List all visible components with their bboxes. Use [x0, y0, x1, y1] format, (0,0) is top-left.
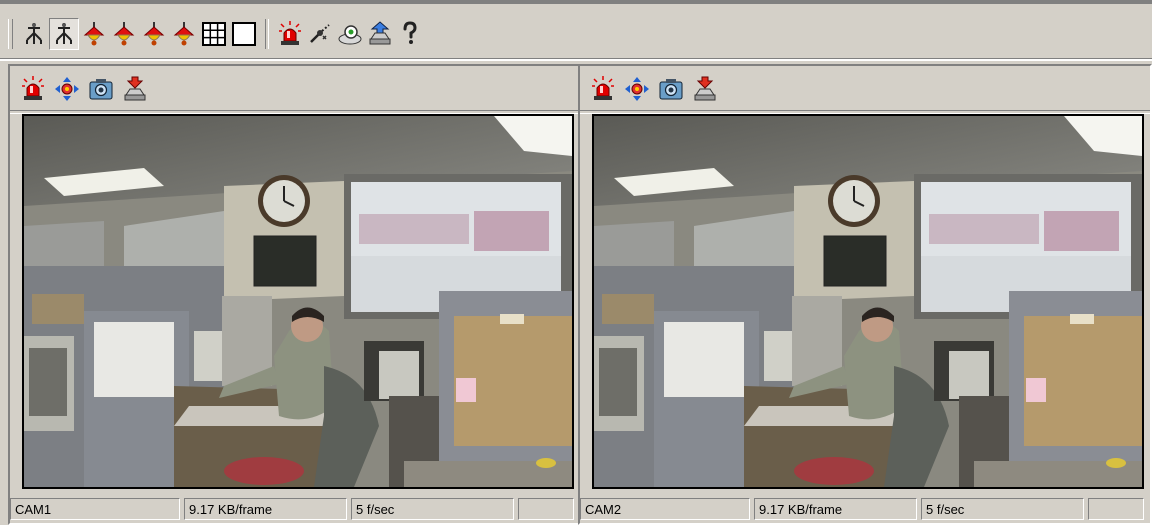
pane-camera-settings-button[interactable]: [84, 73, 118, 105]
alarm-bell-2-button[interactable]: [109, 18, 139, 50]
pane-camera-settings-button[interactable]: [654, 73, 688, 105]
status-extra: [1088, 498, 1144, 520]
help-icon: [403, 21, 417, 44]
alarm-siren-icon: [592, 76, 614, 100]
alarm-bell-1-button[interactable]: [79, 18, 109, 50]
grid-layout-icon: [202, 22, 226, 46]
upload-button[interactable]: [365, 18, 395, 50]
alarm-bell-2-icon: [113, 22, 135, 46]
camera-settings-icon: [89, 79, 113, 100]
quad-view-pressed-icon: [56, 23, 72, 44]
pane-ptz-button[interactable]: [50, 73, 84, 105]
video-view-cam2[interactable]: [592, 114, 1144, 489]
pane-record-download-button[interactable]: [118, 73, 152, 105]
frame-size: 9.17 KB/frame: [754, 498, 917, 520]
status-bar: CAM1 9.17 KB/frame 5 f/sec: [10, 498, 580, 522]
single-view-icon: [26, 23, 42, 44]
camera-pane-cam2: CAM2 9.17 KB/frame 5 f/sec: [578, 64, 1152, 525]
alarm-siren-icon: [22, 76, 44, 100]
video-view-cam1[interactable]: [22, 114, 574, 489]
alarm-bell-1-icon: [83, 22, 105, 46]
frame-size: 9.17 KB/frame: [184, 498, 347, 520]
frame-rate: 5 f/sec: [351, 498, 514, 520]
office-camera-feed: [24, 116, 572, 487]
pane-alarm-button[interactable]: [16, 73, 50, 105]
upload-icon: [369, 21, 391, 45]
status-bar: CAM2 9.17 KB/frame 5 f/sec: [580, 498, 1150, 522]
pane-toolbar: [586, 70, 722, 108]
pane-alarm-button[interactable]: [586, 73, 620, 105]
pane-ptz-button[interactable]: [620, 73, 654, 105]
pane-toolbar: [16, 70, 152, 108]
office-camera-feed: [594, 116, 1142, 487]
toolbar-separator: [265, 19, 269, 49]
record-download-icon: [124, 76, 146, 101]
ptz-move-icon: [625, 77, 649, 101]
status-extra: [518, 498, 574, 520]
alarm-siren-button[interactable]: [275, 18, 305, 50]
alarm-bell-4-icon: [173, 22, 195, 46]
single-view-button[interactable]: [19, 18, 49, 50]
help-button[interactable]: [395, 18, 425, 50]
toolbar-bottom-border: [0, 58, 1152, 61]
main-toolbar: [8, 14, 1152, 54]
alarm-bell-4-button[interactable]: [169, 18, 199, 50]
frame-rate: 5 f/sec: [921, 498, 1084, 520]
camera-name: CAM2: [580, 498, 750, 520]
alarm-bell-3-icon: [143, 22, 165, 46]
toolbar-grip[interactable]: [8, 19, 13, 49]
record-download-icon: [694, 76, 716, 101]
alarm-siren-icon: [279, 21, 301, 45]
camera-pane-cam1: CAM1 9.17 KB/frame 5 f/sec: [8, 64, 582, 525]
snapshot-save-icon: [338, 25, 362, 45]
single-frame-button[interactable]: [229, 18, 259, 50]
camera-name: CAM1: [10, 498, 180, 520]
quad-view-button[interactable]: [49, 18, 79, 50]
grid-layout-button[interactable]: [199, 18, 229, 50]
alarm-bell-3-button[interactable]: [139, 18, 169, 50]
ptz-move-icon: [55, 77, 79, 101]
single-frame-icon: [232, 22, 256, 46]
connect-button[interactable]: [305, 18, 335, 50]
connect-icon: [310, 24, 330, 43]
pane-record-download-button[interactable]: [688, 73, 722, 105]
snapshot-save-button[interactable]: [335, 18, 365, 50]
window-top-edge: [0, 0, 1152, 4]
camera-settings-icon: [659, 79, 683, 100]
